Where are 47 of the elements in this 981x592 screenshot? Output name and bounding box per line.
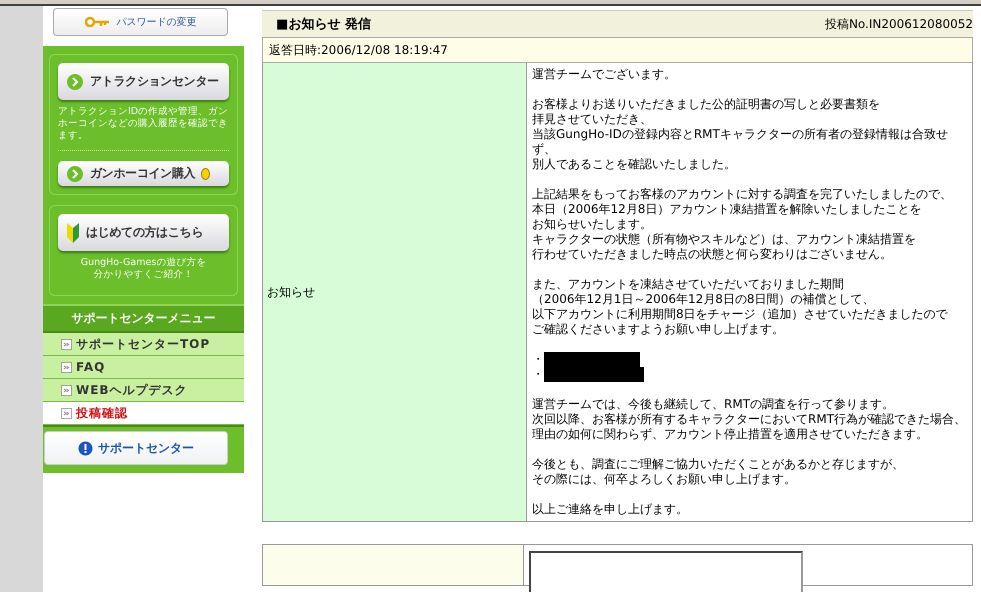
message-line: その際には、何卒よろしくお願い申し上げます。 <box>532 472 797 487</box>
arrow-bullet-icon <box>61 338 72 350</box>
reply-textarea[interactable] <box>529 551 803 592</box>
notice-title: ■お知らせ 発信 <box>276 16 371 33</box>
arrow-bullet-icon <box>61 384 72 396</box>
message-line: 今後とも、調査にご理解ご協力いただくことがあるかと存じますが、 <box>532 457 905 472</box>
message-line: 上記結果をもってお客様のアカウントに対する調査を完了いたしましたので、 <box>532 187 953 202</box>
message-line: また、アカウントを凍結させていただいておりました期間 <box>532 277 845 292</box>
message-line: ご確認くださいますようお願い申し上げます。 <box>532 322 785 337</box>
message-line: 以下アカウントに利用期間8日をチャージ（追加）させていただきましたので <box>532 307 949 322</box>
beginner-description: GungHo-Gamesの遊び方を 分かりやすくご紹介！ <box>80 257 208 281</box>
attraction-description: アトラクションIDの作成や管理、ガンホーコインなどの購入履歴を確認できます。 <box>58 106 229 142</box>
message-line: ず、 <box>532 142 557 157</box>
beginner-mark-icon <box>66 222 80 244</box>
message-line: 当該GungHo-IDの登録内容とRMTキャラクターの所有者の登録情報は合致せ <box>532 127 949 142</box>
message-line: 運営チームでは、今後も継続して、RMTの調査を行って参ります。 <box>532 397 896 412</box>
bullet-mark: ・ <box>532 352 544 367</box>
reply-datetime: 返答日時:2006/12/08 18:19:47 <box>262 38 973 63</box>
coin-icon <box>201 168 210 180</box>
message-line: お知らせいたします。 <box>532 217 653 232</box>
arrow-bullet-icon <box>61 408 72 418</box>
message-line: お客様よりお送りいただきました公的証明書の写しと必要書類を <box>532 97 881 112</box>
message-line: 以上ご連絡を申し上げます。 <box>532 502 689 517</box>
message-line: 行わせていただきました時点の状態と何ら変わりはございません。 <box>532 247 893 262</box>
label-cell: お知らせ <box>263 63 527 521</box>
message-line: 理由の如何に関わらず、アカウント停止措置を適用させていただきます。 <box>532 427 929 442</box>
message-line: 次回以降、お客様が所有するキャラクターにおいてRMT行為が確認できた場合、 <box>532 412 968 427</box>
info-icon <box>78 440 93 456</box>
message-line: 本日（2006年12月8日）アカウント凍結措置を解除いたしましたことを <box>532 202 922 217</box>
support-center-button[interactable]: サポートセンター <box>44 431 228 465</box>
post-number: 投稿No.IN200612080052 <box>824 16 973 32</box>
attraction-center-button[interactable]: アトラクションセンター <box>58 63 229 100</box>
beginner-button[interactable]: はじめての方はこちら <box>58 214 229 251</box>
message-line: キャラクターの状態（所有物やスキルなど）は、アカウント凍結措置を <box>532 232 917 247</box>
menu-heading: サポートセンターメニュー <box>43 304 244 333</box>
message-line: （2006年12月1日～2006年12月8日の8日間）の補償として、 <box>532 292 876 307</box>
message-line: 拝見させていただき、 <box>532 112 653 127</box>
arrow-bullet-icon <box>61 362 72 372</box>
password-change-button[interactable]: パスワードの変更 <box>53 8 228 36</box>
key-icon <box>84 16 110 28</box>
menu-item[interactable]: FAQ <box>43 356 244 379</box>
coin-purchase-button[interactable]: ガンホーコイン購入 <box>58 161 229 186</box>
menu-item[interactable]: WEBヘルプデスク <box>43 379 244 402</box>
menu-item[interactable]: サポートセンターTOP <box>43 333 244 356</box>
message-line: 運営チームでございます。 <box>532 67 677 82</box>
message-line: 別人であることを確認いたしました。 <box>532 157 737 172</box>
bullet-mark: ・ <box>532 367 544 382</box>
